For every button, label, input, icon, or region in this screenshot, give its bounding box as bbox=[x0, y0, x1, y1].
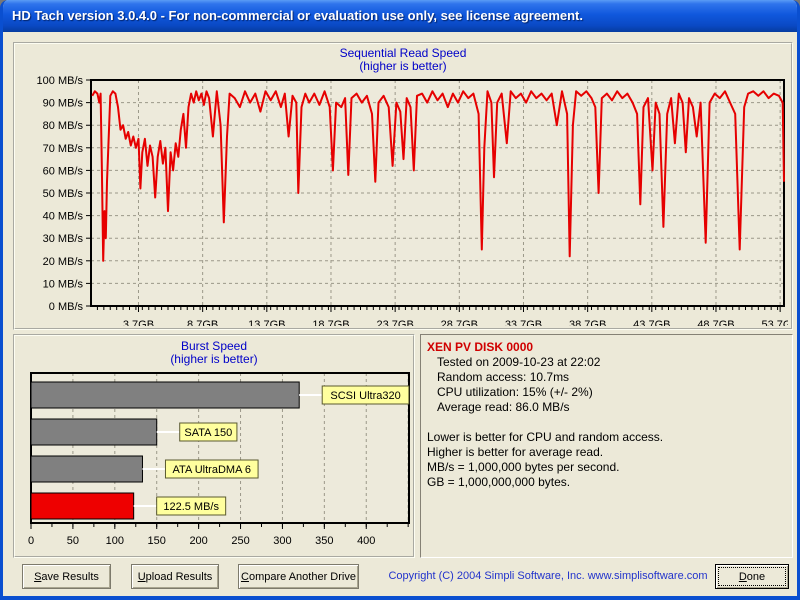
svg-text:33.7GB: 33.7GB bbox=[505, 319, 542, 326]
svg-text:8.7GB: 8.7GB bbox=[187, 319, 218, 326]
svg-text:50: 50 bbox=[67, 535, 79, 547]
tested-on-line: Tested on 2009-10-23 at 22:02 bbox=[427, 355, 786, 370]
save-results-button[interactable]: Save Results bbox=[22, 564, 111, 589]
burst-speed-subtitle: (higher is better) bbox=[15, 353, 413, 366]
svg-text:18.7GB: 18.7GB bbox=[312, 319, 349, 326]
hd-tach-window: HD Tach version 3.0.4.0 - For non-commer… bbox=[0, 0, 800, 600]
compare-another-drive-button[interactable]: Compare Another Drive bbox=[238, 564, 359, 589]
svg-text:400: 400 bbox=[357, 535, 375, 547]
cpu-utilization-line: CPU utilization: 15% (+/- 2%) bbox=[427, 385, 786, 400]
svg-text:100 MB/s: 100 MB/s bbox=[37, 75, 84, 87]
svg-text:122.5 MB/s: 122.5 MB/s bbox=[163, 501, 219, 513]
svg-text:30 MB/s: 30 MB/s bbox=[43, 233, 84, 245]
note-higher-better: Higher is better for average read. bbox=[427, 445, 786, 460]
svg-text:43.7GB: 43.7GB bbox=[633, 319, 670, 326]
svg-text:28.7GB: 28.7GB bbox=[441, 319, 478, 326]
svg-text:SATA 150: SATA 150 bbox=[184, 427, 232, 439]
svg-text:350: 350 bbox=[315, 535, 333, 547]
svg-text:0: 0 bbox=[28, 535, 34, 547]
svg-text:23.7GB: 23.7GB bbox=[376, 319, 413, 326]
svg-text:90 MB/s: 90 MB/s bbox=[43, 98, 84, 110]
svg-text:40 MB/s: 40 MB/s bbox=[43, 211, 84, 223]
note-lower-better: Lower is better for CPU and random acces… bbox=[427, 430, 786, 445]
svg-text:38.7GB: 38.7GB bbox=[569, 319, 606, 326]
svg-text:250: 250 bbox=[231, 535, 249, 547]
window-title: HD Tach version 3.0.4.0 - For non-commer… bbox=[12, 8, 583, 23]
svg-text:3.7GB: 3.7GB bbox=[123, 319, 154, 326]
copyright-text: Copyright (C) 2004 Simpli Software, Inc.… bbox=[388, 570, 708, 582]
svg-text:SCSI Ultra320: SCSI Ultra320 bbox=[330, 390, 400, 402]
note-gb-definition: GB = 1,000,000,000 bytes. bbox=[427, 475, 786, 490]
svg-text:13.7GB: 13.7GB bbox=[248, 319, 285, 326]
drive-name: XEN PV DISK 0000 bbox=[427, 340, 786, 355]
svg-text:20 MB/s: 20 MB/s bbox=[43, 256, 84, 268]
info-spacer bbox=[427, 415, 786, 430]
svg-text:300: 300 bbox=[273, 535, 291, 547]
drive-info-panel: XEN PV DISK 0000 Tested on 2009-10-23 at… bbox=[420, 334, 793, 558]
svg-text:80 MB/s: 80 MB/s bbox=[43, 120, 84, 132]
done-button[interactable]: Done bbox=[715, 564, 789, 589]
svg-text:48.7GB: 48.7GB bbox=[697, 319, 734, 326]
svg-text:ATA UltraDMA 6: ATA UltraDMA 6 bbox=[173, 464, 251, 476]
svg-text:70 MB/s: 70 MB/s bbox=[43, 143, 84, 155]
svg-text:53.7GB: 53.7GB bbox=[761, 319, 788, 326]
svg-text:150: 150 bbox=[148, 535, 166, 547]
svg-text:200: 200 bbox=[189, 535, 207, 547]
burst-speed-chart: 0 50 100 150 200 250 300 350 400 SCSI Ultra320 SAT… bbox=[17, 368, 411, 552]
svg-text:0 MB/s: 0 MB/s bbox=[49, 301, 84, 313]
upload-results-button[interactable]: Upload Results bbox=[131, 564, 219, 589]
svg-text:50 MB/s: 50 MB/s bbox=[43, 188, 84, 200]
svg-text:60 MB/s: 60 MB/s bbox=[43, 165, 84, 177]
svg-text:100: 100 bbox=[106, 535, 124, 547]
average-read-line: Average read: 86.0 MB/s bbox=[427, 400, 786, 415]
sequential-read-chart: 0 MB/s 10 MB/s 20 MB/s 30 MB/s 40 MB/s 50 MB/… bbox=[23, 72, 788, 326]
note-mbs-definition: MB/s = 1,000,000 bytes per second. bbox=[427, 460, 786, 475]
window-titlebar[interactable]: HD Tach version 3.0.4.0 - For non-commer… bbox=[0, 0, 800, 32]
random-access-line: Random access: 10.7ms bbox=[427, 370, 786, 385]
svg-text:10 MB/s: 10 MB/s bbox=[43, 278, 84, 290]
